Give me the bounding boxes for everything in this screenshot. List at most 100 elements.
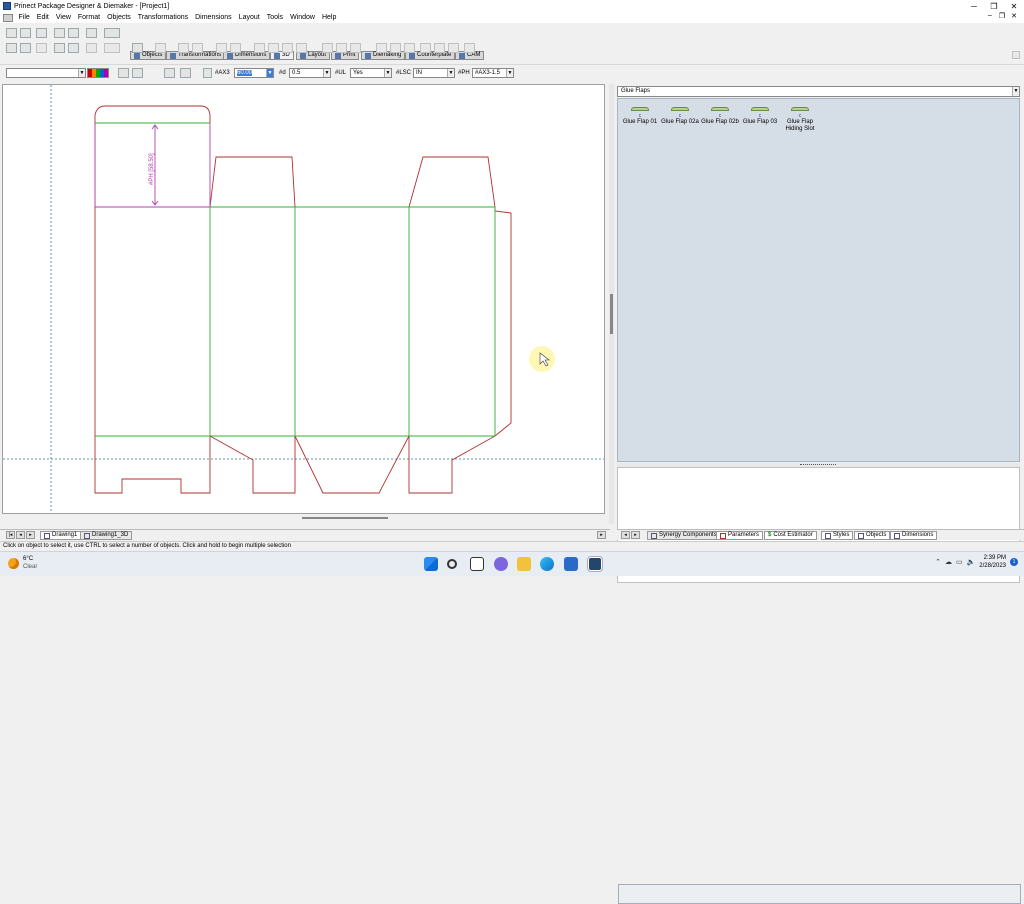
layout-3-icon[interactable] bbox=[350, 43, 361, 53]
d-input[interactable]: 0.5 ▼ bbox=[289, 68, 331, 78]
tab-prev-icon[interactable]: ◂ bbox=[16, 531, 25, 539]
lsc-input[interactable]: IN ▼ bbox=[413, 68, 455, 78]
die-2-icon[interactable] bbox=[390, 43, 401, 53]
3d-4-icon[interactable] bbox=[296, 43, 307, 53]
tab-styles[interactable]: Styles bbox=[821, 531, 854, 540]
toolbar-scroll-icon[interactable] bbox=[1012, 51, 1020, 59]
die-6-icon[interactable] bbox=[448, 43, 459, 53]
windows-start-icon[interactable] bbox=[424, 557, 438, 571]
3d-3-icon[interactable] bbox=[282, 43, 293, 53]
glue-flap-02a-item[interactable]: c Glue Flap 02a bbox=[658, 107, 702, 126]
chat-icon[interactable] bbox=[494, 557, 508, 571]
die-1-icon[interactable] bbox=[376, 43, 387, 53]
ax3-input[interactable]: 60.00 ▼ bbox=[234, 68, 274, 78]
die-4-icon[interactable] bbox=[420, 43, 431, 53]
open-folder-icon[interactable] bbox=[20, 28, 31, 38]
doc-restore-button[interactable]: ❐ bbox=[996, 12, 1008, 20]
style-2-icon[interactable] bbox=[132, 68, 143, 78]
3d-2-icon[interactable] bbox=[268, 43, 279, 53]
ul-input[interactable]: Yes ▼ bbox=[350, 68, 392, 78]
search-icon[interactable] bbox=[447, 559, 457, 569]
task-view-icon[interactable] bbox=[470, 557, 484, 571]
layer-icon[interactable] bbox=[155, 43, 166, 53]
monitor-icon[interactable]: ▭ bbox=[956, 558, 963, 566]
undo-icon[interactable] bbox=[104, 28, 120, 38]
trans-1-icon[interactable] bbox=[178, 43, 189, 53]
snap-icon[interactable] bbox=[104, 43, 120, 53]
speaker-icon[interactable]: 🔈 bbox=[967, 558, 976, 566]
weather-widget[interactable]: 6°C Clear bbox=[8, 555, 37, 571]
pointer-icon[interactable] bbox=[86, 28, 97, 38]
3d-1-icon[interactable] bbox=[254, 43, 265, 53]
param-1-icon[interactable] bbox=[164, 68, 175, 78]
doc-minimize-button[interactable]: – bbox=[984, 12, 996, 20]
glue-flap-02b-item[interactable]: c Glue Flap 02b bbox=[698, 107, 742, 126]
menu-tools[interactable]: Tools bbox=[263, 14, 286, 21]
dim-1-icon[interactable] bbox=[216, 43, 227, 53]
menu-help[interactable]: Help bbox=[318, 14, 339, 21]
vertical-splitter[interactable] bbox=[609, 84, 614, 524]
menu-file[interactable]: File bbox=[15, 14, 33, 21]
print-icon[interactable] bbox=[6, 43, 17, 53]
tab-parameters[interactable]: Parameters bbox=[716, 531, 764, 540]
layout-1-icon[interactable] bbox=[322, 43, 333, 53]
prinect-icon[interactable] bbox=[588, 557, 602, 571]
die-7-icon[interactable] bbox=[464, 43, 475, 53]
trans-2-icon[interactable] bbox=[192, 43, 203, 53]
doc-close-button[interactable]: ✕ bbox=[1008, 12, 1020, 20]
glue-flap-hiding-slot-item[interactable]: c Glue Flap Hiding Slot bbox=[778, 107, 822, 133]
die-3-icon[interactable] bbox=[404, 43, 415, 53]
file-explorer-icon[interactable] bbox=[517, 557, 531, 571]
splitter-grip[interactable] bbox=[800, 464, 836, 466]
scroll-right-icon[interactable]: ▸ bbox=[597, 531, 606, 539]
tab-next-icon[interactable]: ▸ bbox=[26, 531, 35, 539]
tab-drawing1[interactable]: Drawing1 bbox=[40, 531, 82, 540]
menu-objects[interactable]: Objects bbox=[104, 14, 135, 21]
menu-edit[interactable]: Edit bbox=[33, 14, 52, 21]
layer-select[interactable]: ▼ bbox=[6, 68, 86, 78]
line-color-picker[interactable] bbox=[87, 68, 109, 78]
cloud-icon[interactable]: ☁ bbox=[945, 558, 952, 566]
menu-dimensions[interactable]: Dimensions bbox=[192, 14, 236, 21]
tab-drawing1-3d[interactable]: Drawing1_3D bbox=[80, 531, 133, 540]
glue-flap-03-item[interactable]: c Glue Flap 03 bbox=[738, 107, 782, 126]
zoom-fit-icon[interactable] bbox=[68, 43, 79, 53]
store-icon[interactable] bbox=[564, 557, 578, 571]
zoom-out-icon[interactable] bbox=[68, 28, 79, 38]
clock[interactable]: 2:39 PM 2/28/2023 bbox=[979, 554, 1006, 570]
menu-transformations[interactable]: Transformations bbox=[134, 14, 191, 21]
maximize-button[interactable]: ❐ bbox=[984, 0, 1004, 12]
glue-flap-01-item[interactable]: c Glue Flap 01 bbox=[618, 107, 662, 126]
menu-window[interactable]: Window bbox=[287, 14, 319, 21]
menu-layout[interactable]: Layout bbox=[235, 14, 263, 21]
dieline-drawing[interactable]: #PH [58.50] bbox=[3, 85, 605, 514]
minimize-button[interactable]: ─ bbox=[964, 0, 984, 12]
grid-icon[interactable] bbox=[86, 43, 97, 53]
ph-input[interactable]: #AX3-1.5 ▼ bbox=[472, 68, 514, 78]
menu-view[interactable]: View bbox=[52, 14, 74, 21]
layout-2-icon[interactable] bbox=[336, 43, 347, 53]
copy-icon[interactable] bbox=[36, 43, 47, 53]
edge-icon[interactable] bbox=[540, 557, 554, 571]
zoom-window-icon[interactable] bbox=[54, 43, 65, 53]
component-category-select[interactable]: Glue Flaps ▼ bbox=[617, 86, 1020, 97]
style-1-icon[interactable] bbox=[118, 68, 129, 78]
scrollbar-thumb[interactable] bbox=[302, 517, 388, 519]
print-preview-icon[interactable] bbox=[20, 43, 31, 53]
dim-2-icon[interactable] bbox=[230, 43, 241, 53]
horizontal-scrollbar[interactable] bbox=[2, 514, 605, 522]
tab-synergy-components[interactable]: Synergy Components bbox=[647, 531, 721, 540]
notification-badge[interactable]: 1 bbox=[1010, 558, 1018, 566]
close-button[interactable]: ✕ bbox=[1004, 0, 1024, 12]
tab-dimensions-panel[interactable]: Dimensions bbox=[890, 531, 938, 540]
new-file-icon[interactable] bbox=[6, 28, 17, 38]
param-grid-icon[interactable] bbox=[203, 68, 212, 78]
panel-tab-next-icon[interactable]: ▸ bbox=[631, 531, 640, 539]
document-icon[interactable] bbox=[3, 13, 13, 22]
menu-format[interactable]: Format bbox=[74, 14, 103, 21]
properties-icon[interactable] bbox=[132, 43, 143, 53]
die-5-icon[interactable] bbox=[434, 43, 445, 53]
zoom-in-icon[interactable] bbox=[54, 28, 65, 38]
chevron-up-icon[interactable]: ⌃ bbox=[935, 558, 941, 566]
param-2-icon[interactable] bbox=[180, 68, 191, 78]
